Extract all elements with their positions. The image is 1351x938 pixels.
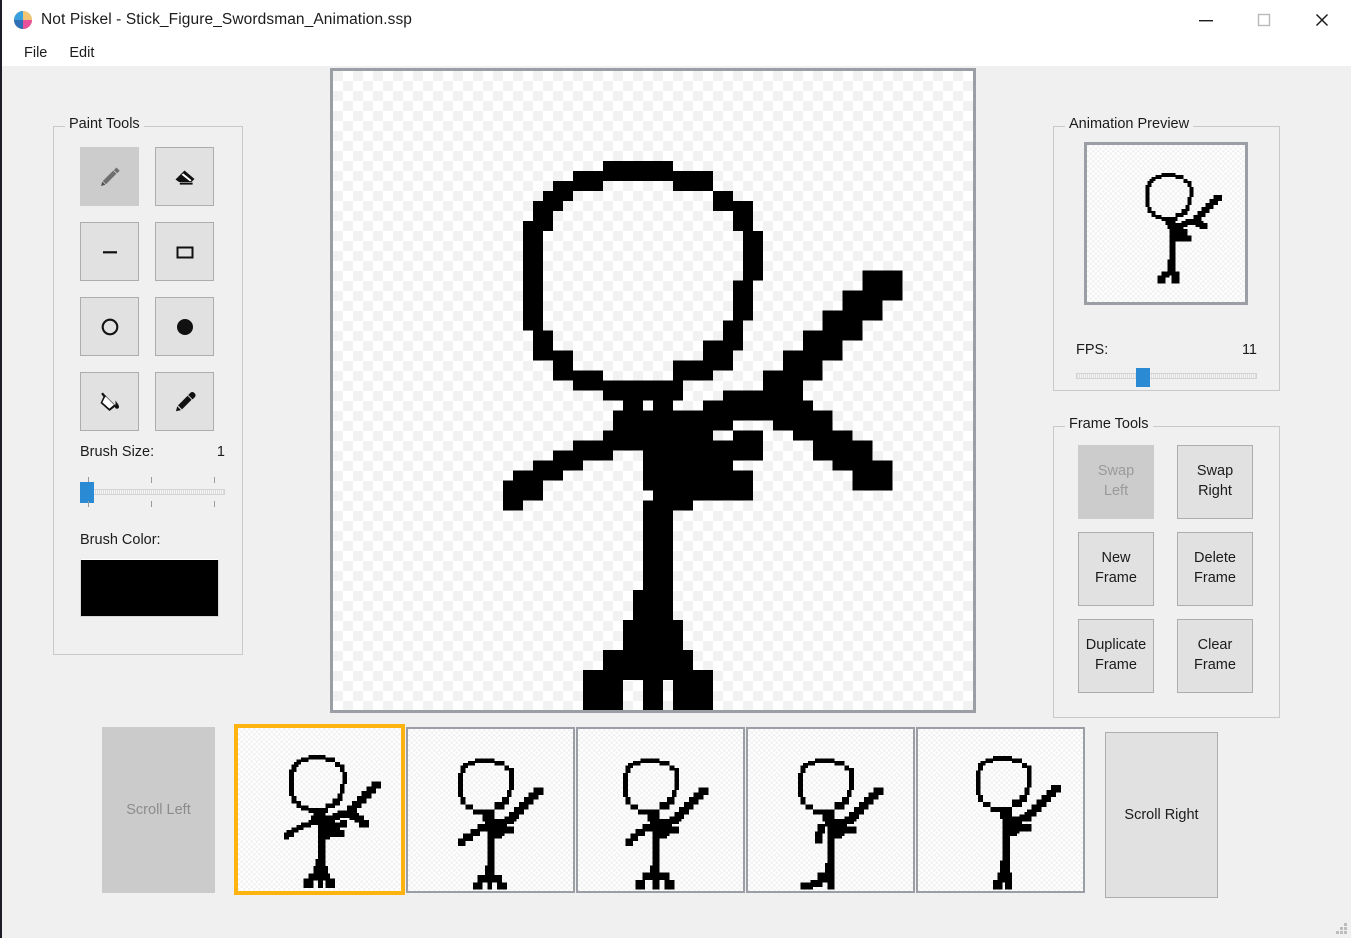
scroll-right-button[interactable]: Scroll Right (1105, 732, 1218, 898)
tool-button-circle-filled[interactable] (155, 297, 214, 356)
menu-item-edit[interactable]: Edit (58, 43, 105, 64)
title-bar: Not Piskel - Stick_Figure_Swordsman_Anim… (2, 0, 1351, 40)
rectangle-icon (170, 237, 200, 267)
menu-bar: File Edit (2, 40, 1351, 66)
window-title: Not Piskel - Stick_Figure_Swordsman_Anim… (41, 11, 413, 28)
close-icon[interactable] (1293, 0, 1351, 40)
frame-thumbnail-5[interactable] (916, 727, 1085, 893)
tool-button-eraser[interactable] (155, 147, 214, 206)
resize-grip[interactable] (1333, 920, 1347, 934)
scroll-left-button[interactable]: Scroll Left (102, 727, 215, 893)
frame-sprite-1 (284, 754, 382, 888)
paint-tools-panel: Paint Tools Brush Size: 1 Brush Color: (53, 116, 243, 655)
swap-right-button[interactable]: Swap Right (1177, 445, 1253, 519)
tool-button-line[interactable] (80, 222, 139, 281)
tool-button-eyedropper[interactable] (155, 372, 214, 431)
brush-color-label: Brush Color: (80, 532, 161, 548)
frame-thumbnail-1[interactable] (234, 724, 405, 895)
clear-frame-button[interactable]: Clear Frame (1177, 619, 1253, 693)
frame-sprite-2 (458, 758, 544, 890)
frame-thumbnail-3[interactable] (576, 727, 745, 893)
frame-tools-title: Frame Tools (1065, 416, 1153, 432)
frame-sprite-3 (623, 758, 709, 890)
eraser-icon (170, 162, 200, 192)
delete-frame-button[interactable]: Delete Frame (1177, 532, 1253, 606)
maximize-icon[interactable] (1235, 0, 1293, 40)
menu-item-file[interactable]: File (13, 43, 58, 64)
new-frame-button[interactable]: New Frame (1078, 532, 1154, 606)
brush-size-value: 1 (216, 444, 225, 460)
animation-preview-canvas (1084, 142, 1248, 305)
animation-preview-title: Animation Preview (1065, 116, 1194, 132)
pixel-canvas[interactable] (330, 68, 976, 713)
fps-label: FPS: (1076, 342, 1109, 358)
paint-bucket-icon (95, 387, 125, 417)
fps-row: FPS: 11 (1076, 342, 1257, 358)
brush-color-swatch[interactable] (80, 559, 219, 617)
canvas-sprite (503, 160, 903, 710)
brush-size-slider-groove (80, 489, 225, 495)
frame-tools-grid: Swap Left Swap Right New Frame Delete Fr… (1078, 445, 1253, 693)
filmstrip: Scroll Left Scroll Right (102, 724, 1218, 898)
tool-button-pencil[interactable] (80, 147, 139, 206)
brush-size-slider[interactable] (80, 475, 225, 509)
fps-slider-handle[interactable] (1136, 368, 1150, 387)
tool-button-circle-outline[interactable] (80, 297, 139, 356)
circle-filled-icon (170, 312, 200, 342)
line-icon (95, 237, 125, 267)
frame-thumbnail-4[interactable] (746, 727, 915, 893)
app-window: Not Piskel - Stick_Figure_Swordsman_Anim… (0, 0, 1351, 938)
fps-slider-groove (1076, 373, 1257, 379)
paint-tools-title: Paint Tools (65, 116, 144, 132)
preview-sprite (1145, 172, 1222, 284)
animation-preview-panel: Animation Preview FPS: 11 (1053, 116, 1280, 391)
tool-button-rectangle[interactable] (155, 222, 214, 281)
duplicate-frame-button[interactable]: Duplicate Frame (1078, 619, 1154, 693)
frame-tools-panel: Frame Tools Swap Left Swap Right New Fra… (1053, 416, 1280, 718)
frame-sprite-4 (798, 758, 884, 890)
minimize-icon[interactable] (1177, 0, 1235, 40)
pencil-icon (95, 162, 125, 192)
fps-value: 11 (1241, 342, 1257, 358)
circle-outline-icon (95, 312, 125, 342)
palette-icon (14, 11, 32, 29)
brush-size-slider-handle[interactable] (80, 482, 94, 503)
swap-left-button[interactable]: Swap Left (1078, 445, 1154, 519)
frame-thumbnail-2[interactable] (406, 727, 575, 893)
eyedropper-icon (170, 387, 200, 417)
frame-sprite-5 (975, 755, 1061, 890)
window-controls (1177, 0, 1351, 40)
tool-button-paint-bucket[interactable] (80, 372, 139, 431)
brush-size-label: Brush Size: (80, 444, 155, 460)
brush-size-row: Brush Size: 1 (80, 444, 225, 460)
tool-grid (80, 147, 214, 431)
fps-slider[interactable] (1076, 364, 1257, 390)
